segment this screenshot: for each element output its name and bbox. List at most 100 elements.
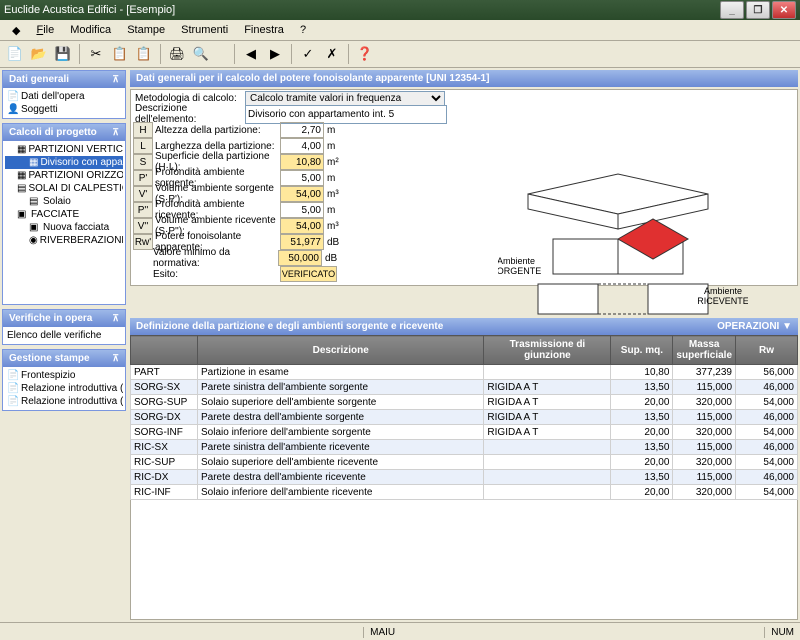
menu-bar: ◆ FFileile Modifica Stampe Strumenti Fin… <box>0 20 800 41</box>
tree-item[interactable]: ▦Divisorio con appartamento <box>5 156 123 169</box>
open-icon[interactable]: 📂 <box>28 43 50 65</box>
table-cell: Parete destra dell'ambiente ricevente <box>198 470 484 485</box>
table-cell: 54,000 <box>736 485 798 500</box>
doc-icon: 📄 <box>7 91 19 102</box>
code-label: L <box>133 138 153 154</box>
save-icon[interactable]: 💾 <box>52 43 74 65</box>
sidebar-item-elenco-verifiche[interactable]: Elenco delle verifiche <box>5 329 123 342</box>
code-label: P'' <box>133 202 153 218</box>
code-label: S <box>133 154 153 170</box>
col-header[interactable]: Sup. mq. <box>611 336 673 365</box>
table-row[interactable]: SORG-SXParete sinistra dell'ambiente sor… <box>131 380 798 395</box>
form-value[interactable]: 4,00 <box>280 138 324 154</box>
table-row[interactable]: RIC-DXParete destra dell'ambiente riceve… <box>131 470 798 485</box>
sidebar-item-dati-opera[interactable]: 📄Dati dell'opera <box>5 90 123 103</box>
close-button[interactable]: ✕ <box>772 1 796 19</box>
menu-stampe[interactable]: Stampe <box>119 22 173 38</box>
form-value: 54,00 <box>280 218 324 234</box>
table-cell: 115,000 <box>673 470 736 485</box>
preview-icon[interactable]: 🔍 <box>190 43 212 65</box>
table-row[interactable]: SORG-SUPSolaio superiore dell'ambiente s… <box>131 395 798 410</box>
copy-icon[interactable]: 📋 <box>109 43 131 65</box>
table-cell: 54,000 <box>736 455 798 470</box>
table-cell: 54,000 <box>736 395 798 410</box>
table-cell: 20,00 <box>611 395 673 410</box>
unit-label: m <box>324 205 342 216</box>
sidebar-item-rel-verifiche[interactable]: 📄Relazione introduttiva (verifiche) <box>5 395 123 408</box>
form-value[interactable]: 2,70 <box>280 122 324 138</box>
table-row[interactable]: SORG-INFSolaio inferiore dell'ambiente s… <box>131 425 798 440</box>
tool-left-icon[interactable]: ◀ <box>240 43 262 65</box>
table-cell: 46,000 <box>736 470 798 485</box>
table-row[interactable]: RIC-INFSolaio inferiore dell'ambiente ri… <box>131 485 798 500</box>
panel-header[interactable]: Gestione stampe⊼ <box>3 350 125 367</box>
code-label: V' <box>133 186 153 202</box>
col-header[interactable]: Trasmissione di giunzione <box>484 336 611 365</box>
menu-app-icon[interactable]: ◆ <box>4 22 28 39</box>
code-label: H <box>133 122 153 138</box>
tool-right-icon[interactable]: ▶ <box>264 43 286 65</box>
menu-finestra[interactable]: Finestra <box>236 22 292 38</box>
table-row[interactable]: PARTPartizione in esame10,80377,23956,00… <box>131 365 798 380</box>
cancel-icon[interactable]: ✗ <box>321 43 343 65</box>
cut-icon[interactable]: ✂ <box>85 43 107 65</box>
col-header[interactable] <box>131 336 198 365</box>
table-cell: 115,000 <box>673 440 736 455</box>
table-cell: 46,000 <box>736 380 798 395</box>
table-row[interactable]: RIC-SUPSolaio superiore dell'ambiente ri… <box>131 455 798 470</box>
sidebar-item-frontespizio[interactable]: 📄Frontespizio <box>5 369 123 382</box>
sidebar-item-rel-calcoli[interactable]: 📄Relazione introduttiva (calcoli) <box>5 382 123 395</box>
col-header[interactable]: Descrizione <box>198 336 484 365</box>
maximize-button[interactable]: ❐ <box>746 1 770 19</box>
help-icon[interactable]: ❓ <box>354 43 376 65</box>
panel-calcoli-progetto: Calcoli di progetto⊼ ▦PARTIZIONI VERTICA… <box>2 123 126 305</box>
menu-strumenti[interactable]: Strumenti <box>173 22 236 38</box>
menu-file[interactable]: FFileile <box>28 22 62 38</box>
tree-item[interactable]: ▣FACCIATE <box>5 208 123 221</box>
descrizione-input[interactable] <box>245 105 447 124</box>
tree-item[interactable]: ▤Solaio <box>5 195 123 208</box>
panel-header[interactable]: Dati generali⊼ <box>3 71 125 88</box>
paste-icon[interactable]: 📋 <box>133 43 155 65</box>
tree-item[interactable]: ▤SOLAI DI CALPESTIO <box>5 182 123 195</box>
label-esito: Esito: <box>151 269 278 280</box>
metodologia-select[interactable]: Calcolo tramite valori in frequenza <box>245 91 445 106</box>
sidebar-item-soggetti[interactable]: 👤Soggetti <box>5 103 123 116</box>
panel-header[interactable]: Verifiche in opera⊼ <box>3 310 125 327</box>
table-cell: 115,000 <box>673 380 736 395</box>
col-header[interactable]: Massa superficiale <box>673 336 736 365</box>
svg-text:AmbienteRICEVENTE: AmbienteRICEVENTE <box>697 286 748 306</box>
table-cell: SORG-INF <box>131 425 198 440</box>
print-icon[interactable]: 🖨 <box>166 43 188 65</box>
unit-label: m² <box>324 157 342 168</box>
tree-item[interactable]: ▣Nuova facciata <box>5 221 123 234</box>
new-icon[interactable]: 📄 <box>4 43 26 65</box>
col-header[interactable]: Rw <box>736 336 798 365</box>
table-row[interactable]: RIC-SXParete sinistra dell'ambiente rice… <box>131 440 798 455</box>
table-cell: SORG-SUP <box>131 395 198 410</box>
menu-help[interactable]: ? <box>292 22 314 38</box>
table-cell: RIGIDA A T <box>484 410 611 425</box>
form-value: 10,80 <box>280 154 324 170</box>
tree-item[interactable]: ▦PARTIZIONI ORIZZONTALI <box>5 169 123 182</box>
form-value: 51,977 <box>280 234 324 250</box>
code-label: Rw' <box>133 234 153 250</box>
menu-modifica[interactable]: Modifica <box>62 22 119 38</box>
table-cell: RIC-INF <box>131 485 198 500</box>
table-empty-area <box>130 500 798 620</box>
label-valore-minimo: Valore minimo da normativa: <box>151 247 278 269</box>
tree-icon: ▣ <box>17 209 29 220</box>
tree-item[interactable]: ◉RIVERBERAZIONE (T60) <box>5 234 123 247</box>
panel-header[interactable]: Calcoli di progetto⊼ <box>3 124 125 141</box>
table-cell: 56,000 <box>736 365 798 380</box>
form-value[interactable]: 5,00 <box>280 202 324 218</box>
form-value[interactable]: 5,00 <box>280 170 324 186</box>
check-icon[interactable]: ✓ <box>297 43 319 65</box>
table-row[interactable]: SORG-DXParete destra dell'ambiente sorge… <box>131 410 798 425</box>
table-cell: RIC-SX <box>131 440 198 455</box>
tree-icon: ▤ <box>17 183 26 194</box>
chevron-icon: ⊼ <box>112 127 119 138</box>
tree-icon: ◉ <box>29 235 38 246</box>
tree-item[interactable]: ▦PARTIZIONI VERTICALI <box>5 143 123 156</box>
minimize-button[interactable]: _ <box>720 1 744 19</box>
